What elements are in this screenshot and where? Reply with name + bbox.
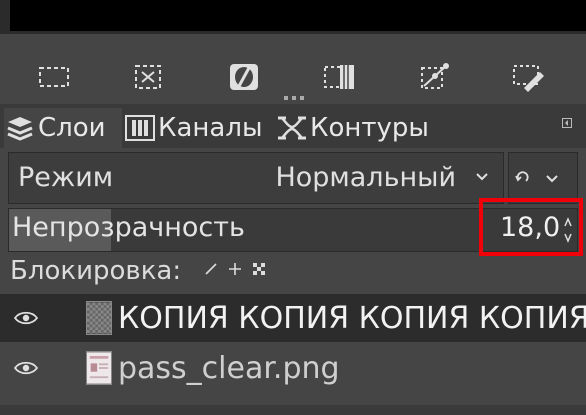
lock-alpha-icon[interactable] <box>252 262 266 276</box>
layer-thumbnail <box>86 351 112 385</box>
tab-paths[interactable]: Контуры <box>276 108 446 148</box>
image-canvas <box>10 0 586 31</box>
rect-select-icon[interactable] <box>36 62 72 92</box>
mode-label: Режим <box>18 162 114 193</box>
lock-position-icon[interactable] <box>228 262 242 276</box>
chevron-down-icon[interactable] <box>544 170 560 186</box>
selection-toolbar <box>0 34 586 100</box>
stroke-selection-icon[interactable] <box>510 62 546 92</box>
eye-icon[interactable] <box>14 360 38 376</box>
tab-channels[interactable]: Каналы <box>124 108 274 148</box>
layer-name[interactable]: КОПИЯ КОПИЯ КОПИЯ КОПИЯ <box>118 301 586 336</box>
tab-layers-label: Слои <box>38 113 106 143</box>
value-highlight-box <box>479 198 583 256</box>
lock-label: Блокировка: <box>10 256 182 286</box>
reset-mode-icon[interactable] <box>514 170 530 186</box>
chevron-down-icon[interactable] <box>474 168 490 184</box>
tab-layers[interactable]: Слои <box>4 108 122 148</box>
tab-paths-label: Контуры <box>310 113 429 143</box>
mode-value[interactable]: Нормальный <box>275 162 456 193</box>
dock-menu-icon[interactable] <box>562 118 572 128</box>
panel-grip-handle[interactable] <box>282 95 306 101</box>
channels-icon <box>125 115 155 141</box>
panel-bottom <box>0 405 586 415</box>
lock-pixels-icon[interactable] <box>204 262 218 276</box>
selection-to-channel-icon[interactable] <box>322 62 358 92</box>
tab-channels-label: Каналы <box>158 113 263 143</box>
opacity-label: Непрозрачность <box>12 212 245 243</box>
layer-row[interactable]: pass_clear.png <box>0 344 586 392</box>
layer-row[interactable]: КОПИЯ КОПИЯ КОПИЯ КОПИЯ <box>0 294 586 342</box>
layer-thumbnail <box>86 301 112 335</box>
paths-icon <box>278 116 306 140</box>
selection-to-path-icon[interactable] <box>416 62 452 92</box>
layers-icon <box>7 117 33 141</box>
eye-icon[interactable] <box>14 310 38 326</box>
select-none-icon[interactable] <box>130 62 166 92</box>
layer-name[interactable]: pass_clear.png <box>118 351 340 386</box>
invert-selection-icon[interactable] <box>226 62 262 92</box>
